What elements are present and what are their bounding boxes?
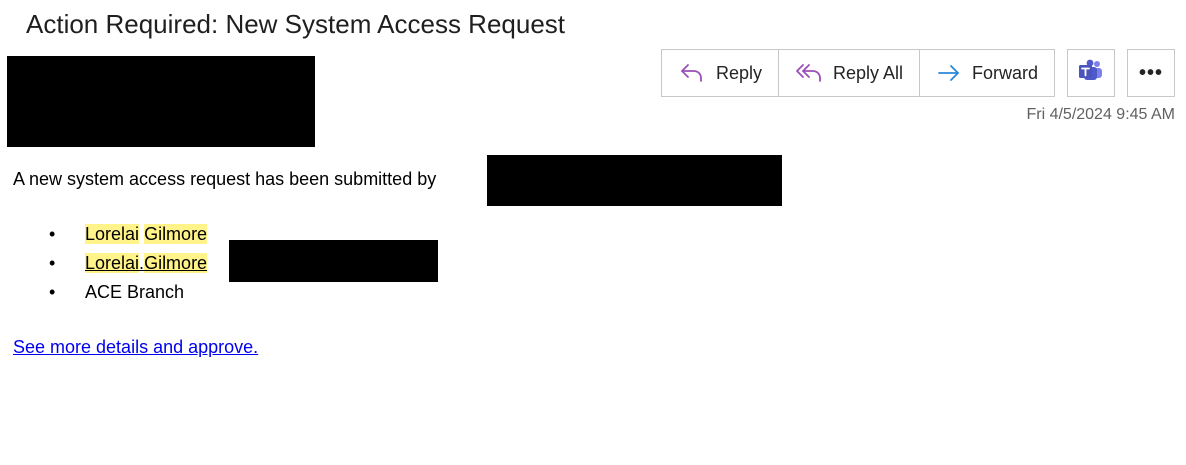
teams-icon <box>1078 59 1104 88</box>
email-last-highlight: Gilmore <box>144 253 208 273</box>
forward-button[interactable]: Forward <box>919 50 1054 96</box>
bullet-marker: • <box>49 253 56 273</box>
redacted-sender-info <box>7 56 315 147</box>
email-subject: Action Required: New System Access Reque… <box>26 9 566 39</box>
forward-label: Forward <box>972 62 1039 83</box>
email-actions-toolbar: Reply Reply All Forward <box>661 49 1055 97</box>
reply-all-icon <box>795 61 823 85</box>
redacted-submitter <box>487 155 782 206</box>
reply-button[interactable]: Reply <box>662 50 778 96</box>
email-first-highlight: Lorelai <box>85 253 140 273</box>
reply-label: Reply <box>715 62 762 83</box>
bullet-marker: • <box>49 282 56 302</box>
requester-name: Lorelai Gilmore <box>85 220 208 249</box>
reply-button-group: Reply Reply All Forward <box>661 49 1055 97</box>
reply-all-label: Reply All <box>833 62 904 83</box>
more-actions-button[interactable]: ••• <box>1127 49 1175 97</box>
bullet-marker: • <box>49 224 56 244</box>
redacted-email-domain <box>229 240 438 282</box>
requester-email-link[interactable]: Lorelai.Gilmore <box>85 249 208 278</box>
approve-details-link[interactable]: See more details and approve. <box>13 337 258 358</box>
name-first-highlight: Lorelai <box>85 224 140 244</box>
teams-button[interactable] <box>1067 49 1115 97</box>
forward-icon <box>936 61 962 85</box>
reply-all-button[interactable]: Reply All <box>778 50 919 96</box>
requester-branch: ACE Branch <box>85 282 185 302</box>
reply-icon <box>678 61 706 85</box>
list-item: • ACE Branch <box>0 278 600 307</box>
email-date: Fri 4/5/2024 9:45 AM <box>1026 106 1175 123</box>
email-reading-pane: Action Required: New System Access Reque… <box>0 0 1186 465</box>
name-last-highlight: Gilmore <box>144 224 208 244</box>
email-intro-text: A new system access request has been sub… <box>13 169 437 189</box>
